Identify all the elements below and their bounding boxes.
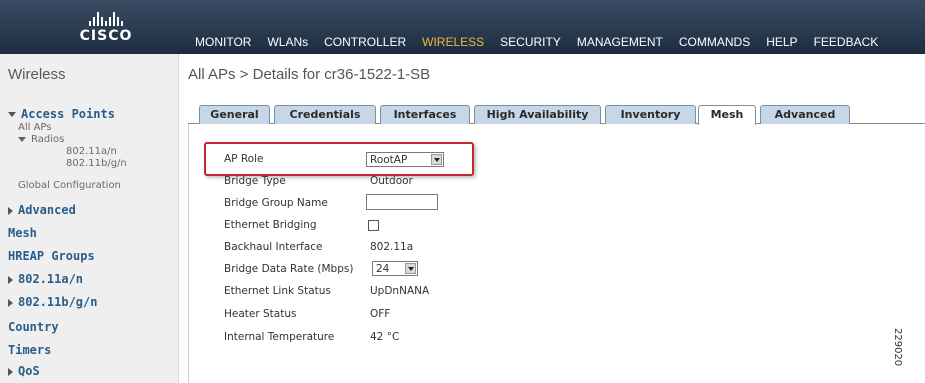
sidebar-item-radio-a[interactable]: 802.11a/n (66, 146, 117, 157)
tab-high-availability[interactable]: High Availability (474, 105, 601, 124)
figure-id: 229020 (892, 328, 903, 367)
sidebar-item-label: 802.11b/g/n (18, 295, 98, 309)
sidebar-item-label: Radios (31, 134, 65, 145)
bridge-data-rate-label: Bridge Data Rate (Mbps) (224, 263, 354, 275)
bridge-group-input[interactable] (366, 194, 438, 210)
internal-temperature-label: Internal Temperature (224, 331, 335, 343)
heater-status-label: Heater Status (224, 308, 297, 320)
menu-feedback[interactable]: FEEDBACK (814, 35, 879, 49)
expanded-icon (18, 136, 26, 142)
collapsed-icon (8, 298, 13, 307)
menu-help[interactable]: HELP (766, 35, 797, 49)
collapsed-icon (8, 206, 13, 215)
sidebar-item-all-aps[interactable]: All APs (18, 122, 51, 133)
sidebar-item-802-11an[interactable]: 802.11a/n (8, 272, 83, 286)
menu-wlans[interactable]: WLANs (267, 35, 308, 49)
cisco-bars-icon (66, 12, 146, 26)
sidebar-item-country[interactable]: Country (8, 320, 59, 334)
top-menu: MONITOR WLANs CONTROLLER WIRELESS SECURI… (195, 35, 894, 49)
tab-credentials[interactable]: Credentials (274, 105, 376, 124)
expanded-icon (8, 112, 16, 117)
cisco-logo: CISCO (66, 12, 146, 44)
top-bar: CISCO MONITOR WLANs CONTROLLER WIRELESS … (0, 0, 925, 54)
heater-status-value: OFF (370, 308, 391, 320)
ethernet-bridging-label: Ethernet Bridging (224, 219, 317, 231)
ethernet-link-status-value: UpDnNANA (370, 285, 430, 297)
menu-controller[interactable]: CONTROLLER (324, 35, 406, 49)
sidebar-item-global-config[interactable]: Global Configuration (18, 180, 121, 191)
sidebar-title: Wireless (8, 66, 66, 83)
ethernet-link-status-label: Ethernet Link Status (224, 285, 331, 297)
menu-monitor[interactable]: MONITOR (195, 35, 251, 49)
sidebar-item-802-11bgn[interactable]: 802.11b/g/n (8, 295, 97, 309)
menu-wireless[interactable]: WIRELESS (422, 35, 484, 49)
sidebar-item-label: 802.11a/n (18, 272, 84, 286)
sidebar-item-timers[interactable]: Timers (8, 343, 51, 357)
breadcrumb: All APs > Details for cr36-1522-1-SB (188, 66, 431, 83)
tab-mesh[interactable]: Mesh (698, 105, 756, 125)
sidebar-item-mesh[interactable]: Mesh (8, 226, 37, 240)
sidebar-item-label: QoS (18, 364, 40, 378)
ap-role-label: AP Role (224, 153, 264, 165)
menu-commands[interactable]: COMMANDS (679, 35, 750, 49)
tab-inventory[interactable]: Inventory (605, 105, 696, 124)
internal-temperature-value: 42 °C (370, 331, 400, 343)
sidebar-item-radios[interactable]: Radios (18, 134, 64, 145)
sidebar-item-label: Advanced (18, 203, 76, 217)
menu-management[interactable]: MANAGEMENT (577, 35, 663, 49)
bridge-group-label: Bridge Group Name (224, 197, 328, 209)
ap-role-value: RootAP (370, 154, 408, 166)
sidebar-item-label: Access Points (21, 107, 115, 121)
backhaul-interface-label: Backhaul Interface (224, 241, 323, 253)
dropdown-arrow-icon (405, 263, 416, 274)
bridge-data-rate-value: 24 (376, 263, 390, 275)
dropdown-arrow-icon (431, 154, 442, 165)
sidebar-item-advanced[interactable]: Advanced (8, 203, 76, 217)
tab-general[interactable]: General (199, 105, 270, 124)
bridge-type-value: Outdoor (370, 175, 413, 187)
collapsed-icon (8, 367, 13, 376)
menu-security[interactable]: SECURITY (500, 35, 561, 49)
sidebar-item-access-points[interactable]: Access Points (8, 107, 115, 121)
tab-advanced[interactable]: Advanced (760, 105, 850, 124)
brand-name: CISCO (79, 28, 133, 44)
collapsed-icon (8, 275, 13, 284)
bridge-data-rate-select[interactable]: 24 (372, 261, 418, 276)
ethernet-bridging-checkbox[interactable] (368, 220, 379, 231)
sidebar-item-hreap-groups[interactable]: HREAP Groups (8, 249, 95, 263)
ap-role-select[interactable]: RootAP (366, 152, 444, 167)
backhaul-interface-value: 802.11a (370, 241, 414, 253)
tab-interfaces[interactable]: Interfaces (380, 105, 470, 124)
sidebar-item-radio-b[interactable]: 802.11b/g/n (66, 158, 127, 169)
bridge-type-label: Bridge Type (224, 175, 286, 187)
sidebar-item-qos[interactable]: QoS (8, 364, 40, 378)
